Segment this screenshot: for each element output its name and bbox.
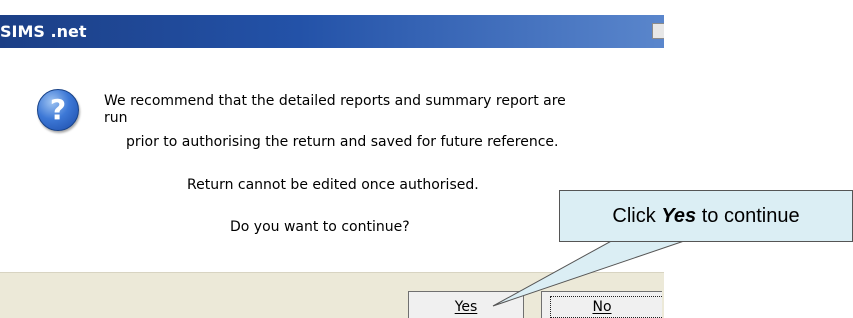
callout-pointer-seam [616, 239, 689, 241]
screenshot-stage: SIMS .net ? We recommend that the detail… [0, 0, 853, 318]
